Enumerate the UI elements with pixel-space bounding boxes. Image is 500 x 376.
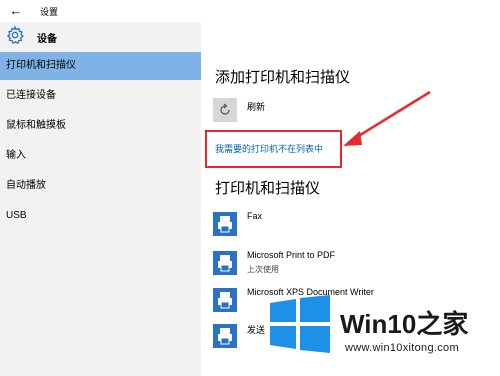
sidebar-item-printers[interactable]: 打印机和扫描仪 [0, 52, 201, 80]
gear-icon [6, 25, 24, 45]
sidebar-header-label: 设备 [37, 34, 57, 45]
sidebar-item-autoplay[interactable]: 自动播放 [0, 172, 201, 200]
watermark-brand-main: Win10 [340, 309, 417, 339]
printer-icon [213, 324, 237, 348]
back-arrow-icon[interactable]: ← [6, 2, 26, 20]
printer-icon [213, 288, 237, 312]
refresh-button[interactable] [213, 98, 237, 122]
window-title: 设置 [40, 7, 59, 17]
watermark-brand: Win10之家 [340, 304, 468, 341]
printer-icon [213, 251, 237, 275]
watermark-url: www.win10xitong.com [345, 342, 459, 354]
title-bar: ← 设置 [0, 0, 500, 22]
printer-status: 上次使用 [247, 265, 279, 274]
printer-item-pdf[interactable]: Microsoft Print to PDF 上次使用 [213, 247, 483, 281]
add-printers-heading: 添加打印机和扫描仪 [215, 69, 351, 86]
sidebar-header: 设备 [0, 22, 201, 50]
sidebar-item-connected-devices[interactable]: 已连接设备 [0, 82, 201, 110]
refresh-icon [220, 103, 230, 115]
windows-logo-watermark [270, 295, 330, 353]
printer-name: 发送 [247, 325, 266, 335]
sidebar: 设备 打印机和扫描仪 已连接设备 鼠标和触摸板 输入 自动播放 USB [0, 22, 201, 376]
annotation-highlight-box [205, 130, 342, 168]
watermark-brand-suffix: 之家 [416, 309, 469, 339]
sidebar-item-typing[interactable]: 输入 [0, 142, 201, 170]
printer-icon [213, 212, 237, 236]
refresh-label: 刷新 [247, 102, 266, 112]
sidebar-item-mouse-touchpad[interactable]: 鼠标和触摸板 [0, 112, 201, 140]
printer-item-fax[interactable]: Fax [213, 208, 483, 242]
printers-heading: 打印机和扫描仪 [215, 180, 321, 197]
printer-name: Microsoft Print to PDF [247, 250, 336, 260]
printer-name: Fax [247, 211, 263, 221]
sidebar-item-usb[interactable]: USB [0, 202, 201, 230]
